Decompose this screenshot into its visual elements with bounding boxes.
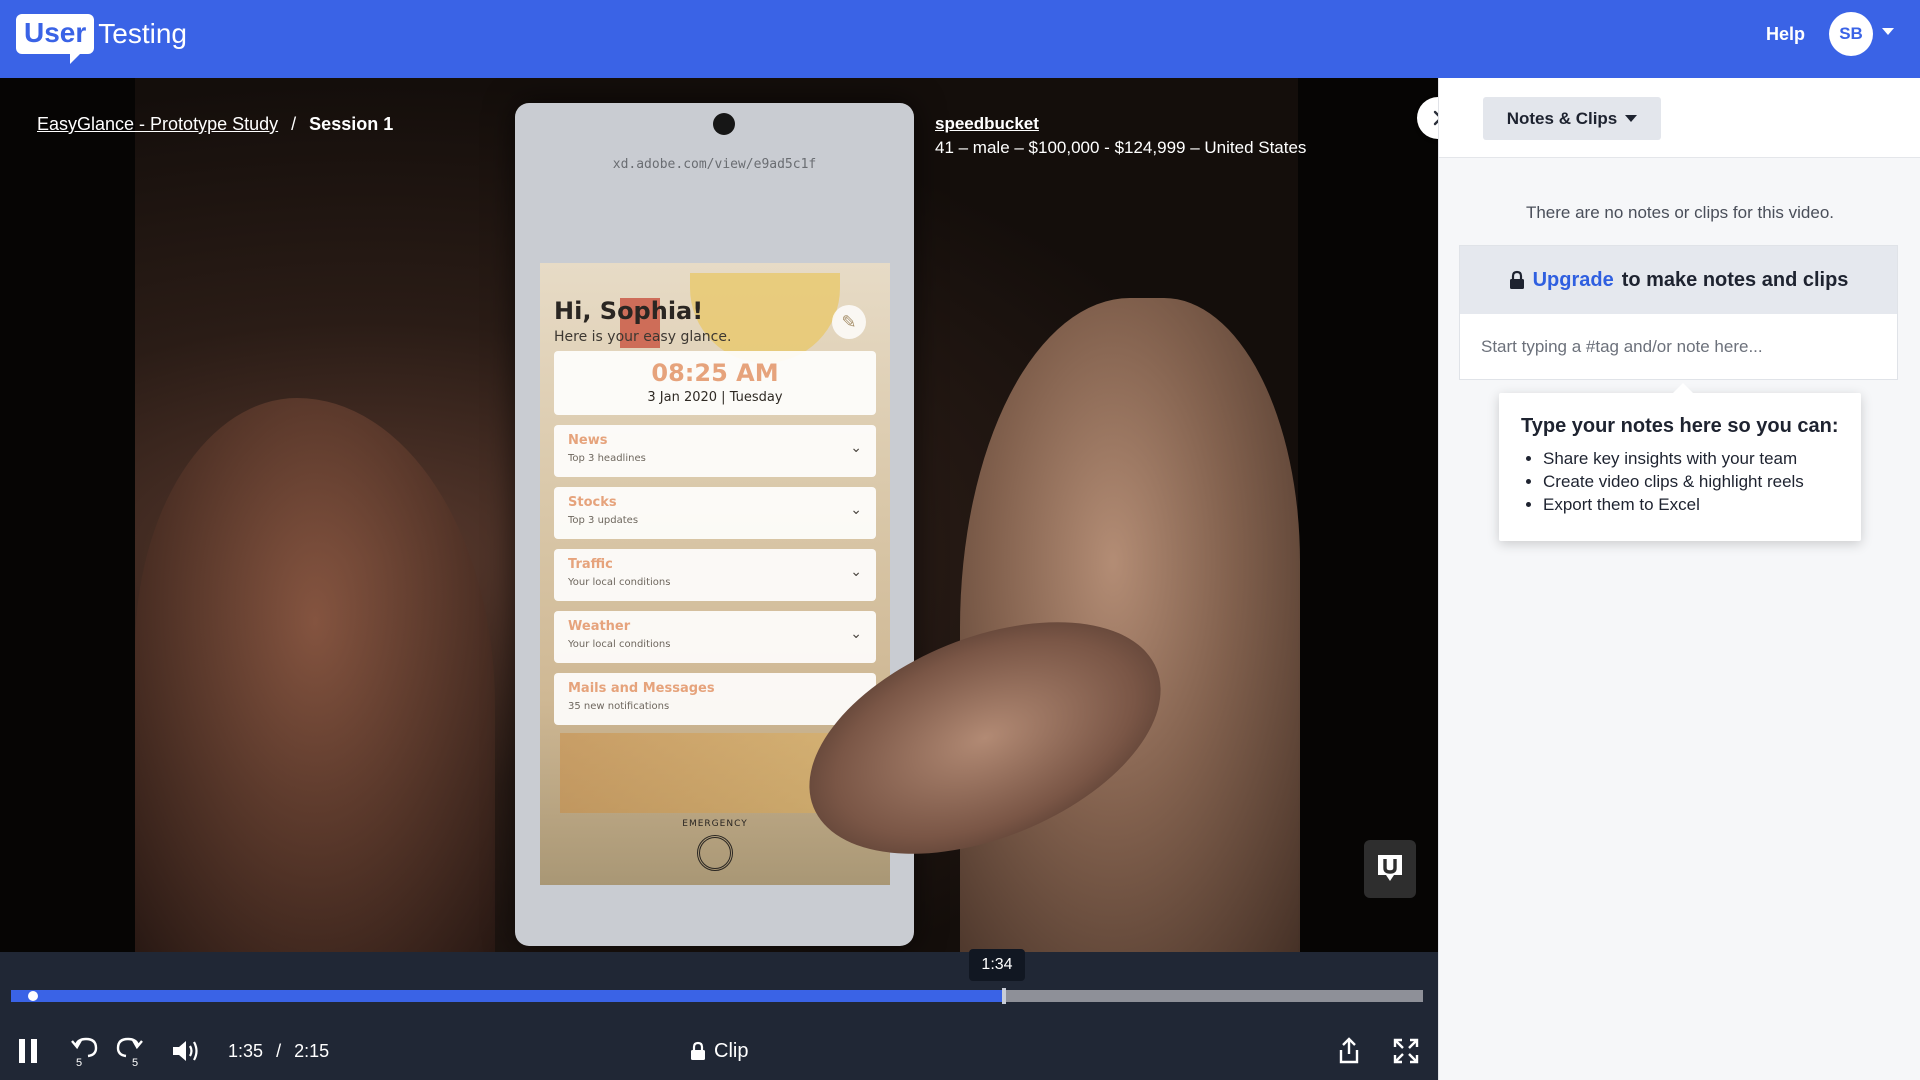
lock-icon xyxy=(691,1041,705,1060)
notes-panel-header: Notes & Clips xyxy=(1439,78,1920,158)
card-subtitle: 35 new notifications xyxy=(568,701,670,712)
clip-button[interactable]: Clip xyxy=(690,1036,748,1066)
card-title: News xyxy=(568,433,608,448)
phone-url-bar: xd.adobe.com/view/e9ad5c1f xyxy=(612,157,817,172)
notes-clips-label: Notes & Clips xyxy=(1506,108,1618,128)
help-link[interactable]: Help xyxy=(1766,22,1805,46)
notes-clips-dropdown[interactable]: Notes & Clips xyxy=(1483,97,1661,140)
tooltip-item: Export them to Excel xyxy=(1543,493,1839,516)
breadcrumb-session: Session 1 xyxy=(309,114,394,134)
tooltip-item: Share key insights with your team xyxy=(1543,447,1839,470)
seek-bar-start-marker xyxy=(28,991,38,1001)
fullscreen-icon xyxy=(1393,1038,1419,1064)
seek-bar-progress xyxy=(11,990,1004,1002)
prototype-greeting: Hi, Sophia! xyxy=(554,297,704,325)
note-entry-box: Upgrade to make notes and clips xyxy=(1459,245,1898,380)
volume-button[interactable] xyxy=(170,1034,202,1068)
usertesting-watermark-icon xyxy=(1364,840,1416,898)
video-hand-right xyxy=(960,298,1300,952)
tester-info: speedbucket 41 – male – $100,000 - $124,… xyxy=(935,112,1306,160)
caret-down-icon xyxy=(1625,115,1638,122)
top-bar: User Testing Help SB xyxy=(0,0,1920,78)
logo-testing-text: Testing xyxy=(98,18,187,49)
account-caret-icon[interactable] xyxy=(1882,28,1894,35)
card-title: Mails and Messages xyxy=(568,681,715,696)
phone-status-bar xyxy=(525,111,904,135)
prototype-date: 3 Jan 2020 | Tuesday xyxy=(647,390,783,405)
rewind-5-button[interactable]: 5 xyxy=(68,1034,102,1068)
tester-name-link[interactable]: speedbucket xyxy=(935,112,1306,136)
prototype-card-mails: Mails and Messages 35 new notifications xyxy=(554,673,876,725)
prototype-card-stocks: Stocks Top 3 updates ⌄ xyxy=(554,487,876,539)
avatar[interactable]: SB xyxy=(1829,12,1873,56)
share-button[interactable] xyxy=(1334,1034,1364,1068)
current-time: 1:35 xyxy=(228,1041,264,1061)
forward-5-button[interactable]: 5 xyxy=(112,1034,146,1068)
time-separator: / xyxy=(276,1041,282,1061)
seek-bar-playhead[interactable] xyxy=(1002,988,1006,1004)
card-subtitle: Your local conditions xyxy=(568,577,671,588)
card-title: Weather xyxy=(568,619,631,634)
lock-icon xyxy=(1509,270,1524,289)
phone-camera xyxy=(713,113,735,135)
time-readout: 1:35 / 2:15 xyxy=(228,1038,329,1064)
tester-demographics: 41 – male – $100,000 - $124,999 – United… xyxy=(935,138,1307,157)
prototype-time: 08:25 AM xyxy=(651,359,779,387)
card-subtitle: Top 3 headlines xyxy=(568,453,646,464)
card-title: Stocks xyxy=(568,495,617,510)
card-subtitle: Your local conditions xyxy=(568,639,671,650)
forward-5-icon: 5 xyxy=(116,1037,143,1067)
prototype-card-weather: Weather Your local conditions ⌄ xyxy=(554,611,876,663)
volume-icon xyxy=(173,1041,198,1061)
note-input[interactable] xyxy=(1460,314,1897,379)
notes-panel: Notes & Clips There are no notes or clip… xyxy=(1438,78,1920,1080)
card-title: Traffic xyxy=(568,557,613,572)
breadcrumb: EasyGlance - Prototype Study / Session 1 xyxy=(37,112,393,136)
svg-text:5: 5 xyxy=(132,1057,138,1067)
upgrade-text: to make notes and clips xyxy=(1621,268,1849,291)
decor-shape xyxy=(690,273,840,363)
chevron-down-icon: ⌄ xyxy=(850,501,862,517)
empty-notes-message: There are no notes or clips for this vid… xyxy=(1525,203,1835,222)
prototype-time-card: 08:25 AM 3 Jan 2020 | Tuesday xyxy=(554,351,876,415)
video-player[interactable]: xd.adobe.com/view/e9ad5c1f Hi, Sophia! H… xyxy=(0,78,1438,952)
chevron-down-icon: ⌄ xyxy=(850,625,862,641)
tooltip-item: Create video clips & highlight reels xyxy=(1543,470,1839,493)
tooltip-title: Type your notes here so you can: xyxy=(1521,415,1839,437)
pause-button[interactable] xyxy=(14,1034,42,1068)
usertesting-logo[interactable]: User Testing xyxy=(16,12,187,64)
tooltip-list: Share key insights with your team Create… xyxy=(1521,447,1839,516)
pencil-icon: ✎ xyxy=(832,305,866,339)
breadcrumb-study-link[interactable]: EasyGlance - Prototype Study xyxy=(37,114,278,134)
prototype-card-news: News Top 3 headlines ⌄ xyxy=(554,425,876,477)
upgrade-banner: Upgrade to make notes and clips xyxy=(1460,246,1897,314)
rewind-5-icon: 5 xyxy=(71,1037,98,1067)
chevron-down-icon: ⌄ xyxy=(850,563,862,579)
upgrade-link[interactable]: Upgrade xyxy=(1533,269,1614,292)
notes-tooltip: Type your notes here so you can: Share k… xyxy=(1499,383,1861,541)
card-subtitle: Top 3 updates xyxy=(568,515,639,526)
svg-text:5: 5 xyxy=(76,1057,82,1067)
seek-hover-time: 1:34 xyxy=(969,949,1025,981)
logo-user-text: User xyxy=(16,14,95,64)
pause-icon xyxy=(19,1039,37,1063)
prototype-card-traffic: Traffic Your local conditions ⌄ xyxy=(554,549,876,601)
fingerprint-icon xyxy=(697,835,733,871)
fullscreen-button[interactable] xyxy=(1390,1034,1422,1068)
clip-label: Clip xyxy=(714,1040,749,1062)
duration: 2:15 xyxy=(294,1041,330,1061)
share-icon xyxy=(1339,1037,1359,1064)
seek-bar[interactable] xyxy=(11,988,1423,1004)
prototype-greeting-sub: Here is your easy glance. xyxy=(554,329,732,345)
chevron-down-icon: ⌄ xyxy=(850,439,862,455)
breadcrumb-separator: / xyxy=(291,114,297,134)
